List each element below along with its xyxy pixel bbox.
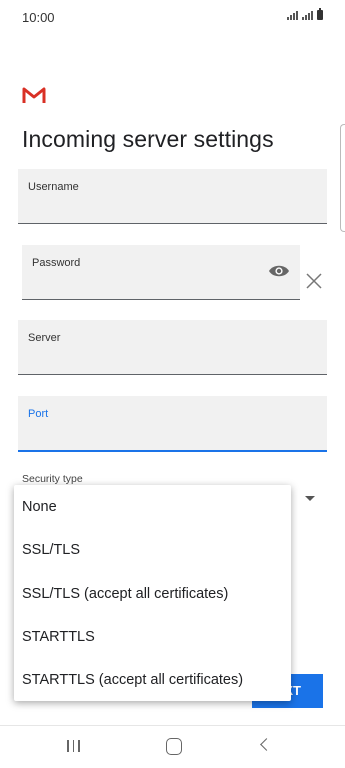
server-field[interactable]: Server <box>18 320 327 375</box>
menu-item-ssl-tls-accept-all[interactable]: SSL/TLS (accept all certificates) <box>22 586 228 602</box>
home-icon[interactable] <box>166 738 182 755</box>
menu-item-starttls[interactable]: STARTTLS <box>22 629 95 645</box>
username-label: Username <box>28 181 79 193</box>
security-type-label: Security type <box>22 473 83 485</box>
page-title: Incoming server settings <box>22 126 274 152</box>
menu-item-starttls-accept-all[interactable]: STARTTLS (accept all certificates) <box>22 672 243 688</box>
menu-item-ssl-tls[interactable]: SSL/TLS <box>22 542 80 558</box>
chevron-down-icon[interactable] <box>305 496 315 501</box>
status-icons <box>287 8 323 20</box>
back-icon[interactable] <box>260 738 273 751</box>
nav-divider <box>0 725 345 726</box>
status-time: 10:00 <box>22 10 55 25</box>
server-label: Server <box>28 332 61 344</box>
battery-icon <box>317 8 323 20</box>
password-label: Password <box>32 257 81 269</box>
security-type-menu: None SSL/TLS SSL/TLS (accept all certifi… <box>14 485 291 701</box>
recent-apps-icon[interactable] <box>67 740 80 752</box>
password-field[interactable]: Password <box>22 245 300 300</box>
signal-icon <box>287 11 298 20</box>
menu-item-none[interactable]: None <box>22 499 57 515</box>
close-icon[interactable] <box>306 273 322 289</box>
show-password-icon[interactable] <box>268 264 290 278</box>
port-label: Port <box>28 408 49 420</box>
gmail-logo <box>22 87 46 103</box>
scroll-indicator <box>340 124 345 232</box>
signal-icon-2 <box>302 11 313 20</box>
port-field[interactable]: Port <box>18 396 327 452</box>
username-field[interactable]: Username <box>18 169 327 224</box>
